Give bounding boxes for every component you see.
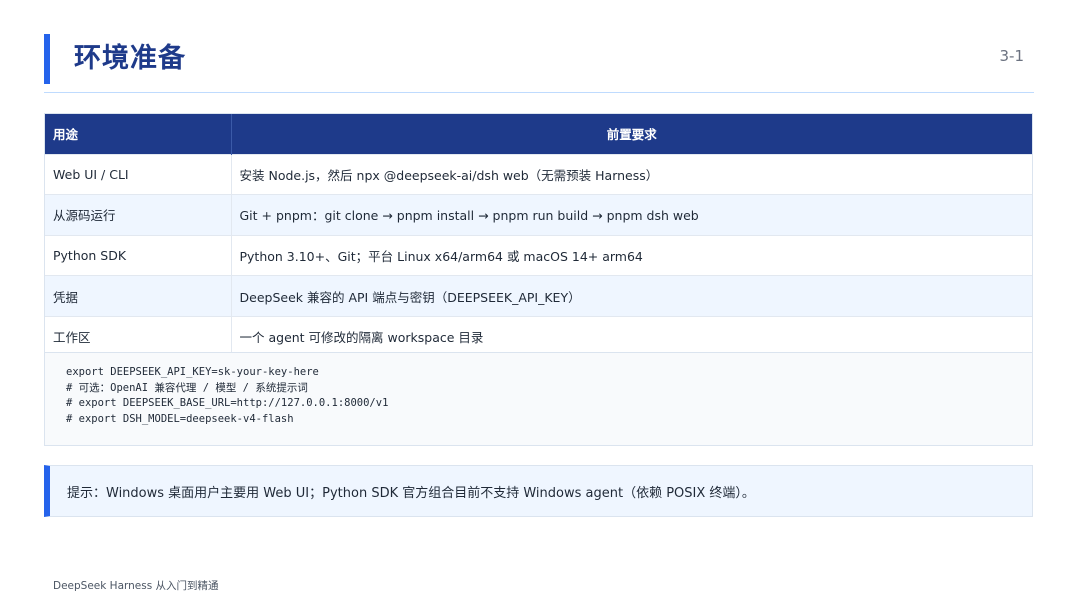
row-use-cell: Web UI / CLI [45,153,231,195]
row-use-cell: 凭据 [45,275,231,317]
table-row: Python SDK Python 3.10+、Git；平台 Linux x64… [45,234,1032,276]
row-use-cell: 工作区 [45,315,231,357]
tip-text: 提示：Windows 桌面用户主要用 Web UI；Python SDK 官方组… [67,485,755,501]
requirements-table: 用途 前置要求 Web UI / CLI 安装 Node.js，然后 npx @… [44,113,1033,358]
page-number: 3-1 [999,47,1025,65]
row-requirement-cell: DeepSeek 兼容的 API 端点与密钥（DEEPSEEK_API_KEY） [230,275,1032,317]
tip-callout: 提示：Windows 桌面用户主要用 Web UI；Python SDK 官方组… [44,465,1033,517]
code-line: export DEEPSEEK_API_KEY=sk-your-key-here [66,366,319,378]
table-row: 工作区 一个 agent 可修改的隔离 workspace 目录 [45,315,1032,357]
column-header-use: 用途 [45,114,231,154]
row-requirement-cell: Git + pnpm：git clone → pnpm install → pn… [230,194,1032,236]
row-use-cell: Python SDK [45,234,231,276]
column-header-requirement: 前置要求 [230,114,1032,154]
footer-text: DeepSeek Harness 从入门到精通 [53,580,219,592]
table-header-row: 用途 前置要求 [45,114,1032,154]
table-row: 从源码运行 Git + pnpm：git clone → pnpm instal… [45,194,1032,236]
page-title: 环境准备 [74,43,186,74]
code-line: # 可选：OpenAI 兼容代理 / 模型 / 系统提示词 [66,381,308,394]
title-accent-bar [44,34,50,84]
env-code-block[interactable]: export DEEPSEEK_API_KEY=sk-your-key-here… [44,352,1033,446]
code-line: # export DEEPSEEK_BASE_URL=http://127.0.… [66,397,389,409]
title-divider [44,92,1034,93]
code-line: # export DSH_MODEL=deepseek-v4-flash [66,412,294,425]
row-requirement-cell: 一个 agent 可修改的隔离 workspace 目录 [230,315,1032,357]
row-requirement-cell: Python 3.10+、Git；平台 Linux x64/arm64 或 ma… [230,234,1032,276]
row-use-cell: 从源码运行 [45,194,231,236]
row-requirement-cell: 安装 Node.js，然后 npx @deepseek-ai/dsh web（无… [230,153,1032,195]
table-row: Web UI / CLI 安装 Node.js，然后 npx @deepseek… [45,153,1032,195]
table-row: 凭据 DeepSeek 兼容的 API 端点与密钥（DEEPSEEK_API_K… [45,275,1032,317]
